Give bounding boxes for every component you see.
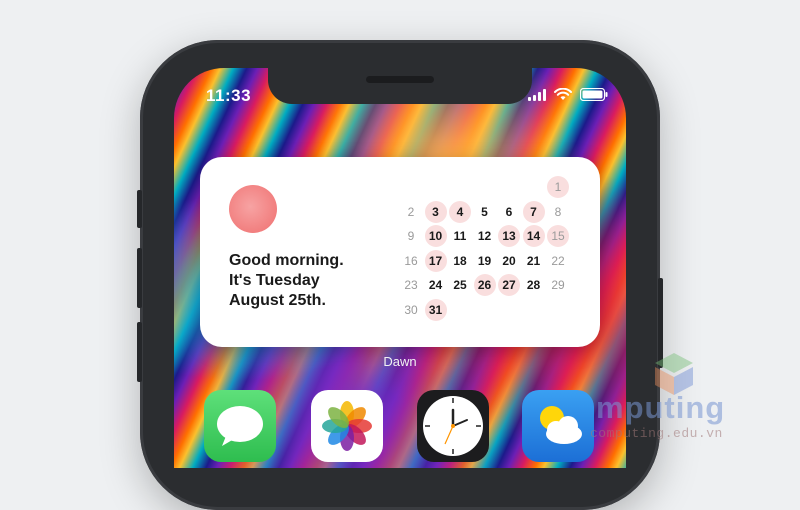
calendar-day: 27 — [498, 274, 520, 296]
signal-icon — [528, 88, 546, 101]
calendar-day: 9 — [407, 229, 415, 243]
calendar-day: 19 — [477, 253, 492, 268]
calendar-day: 11 — [453, 229, 467, 243]
weather-icon[interactable] — [522, 390, 594, 462]
calendar-day: 21 — [526, 253, 541, 268]
calendar-day: 24 — [428, 278, 443, 292]
calendar-day: 28 — [526, 278, 541, 292]
calendar-day: 5 — [481, 204, 488, 219]
calendar-day: 4 — [449, 200, 471, 223]
calendar-day: 1 — [547, 176, 569, 198]
watermark-url: computing.edu.vn — [590, 426, 723, 441]
calendar-day: 7 — [522, 200, 545, 223]
calendar-day: 23 — [404, 278, 418, 292]
calendar-day: 3 — [424, 200, 447, 223]
calendar-day: 16 — [404, 253, 418, 268]
calendar-day: 29 — [551, 278, 565, 292]
calendar-day: 22 — [551, 253, 565, 268]
calendar-day: 31 — [424, 298, 447, 321]
calendar-day: 12 — [477, 229, 492, 243]
calendar-day: 17 — [424, 249, 447, 272]
sun-icon — [229, 185, 277, 233]
calendar-day: 13 — [498, 225, 520, 247]
watermark-logo — [655, 353, 693, 395]
greeting-line: It's Tuesday — [229, 272, 320, 289]
calendar-day: 20 — [502, 253, 516, 268]
photos-icon[interactable] — [311, 390, 383, 462]
calendar-day: 18 — [453, 253, 467, 268]
volume-up-button[interactable] — [137, 248, 142, 308]
greeting-text: Good morning. It's Tuesday August 25th. — [229, 251, 389, 311]
calendar-day: 15 — [547, 225, 569, 247]
watermark-text: mputing — [596, 390, 726, 425]
clock-icon[interactable] — [417, 390, 489, 462]
speaker-grille — [366, 76, 434, 83]
battery-icon — [580, 88, 608, 101]
volume-down-button[interactable] — [137, 322, 142, 382]
calendar-day: 6 — [505, 204, 513, 219]
wifi-icon — [554, 88, 572, 100]
calendar-day: 2 — [407, 204, 415, 219]
silent-switch — [137, 190, 142, 228]
status-icons — [528, 88, 608, 101]
notch — [268, 68, 532, 104]
calendar-day: 25 — [453, 278, 467, 292]
messages-icon[interactable] — [204, 390, 276, 462]
calendar-day: 30 — [404, 302, 418, 317]
calendar-day: 8 — [554, 204, 562, 219]
greeting-line: Good morning. — [229, 252, 344, 269]
calendar-day: 14 — [522, 225, 545, 247]
calendar-day: 10 — [424, 225, 447, 247]
status-time: 11:33 — [206, 86, 252, 105]
calendar-day: 26 — [473, 274, 496, 296]
greeting-line: August 25th. — [229, 292, 326, 309]
